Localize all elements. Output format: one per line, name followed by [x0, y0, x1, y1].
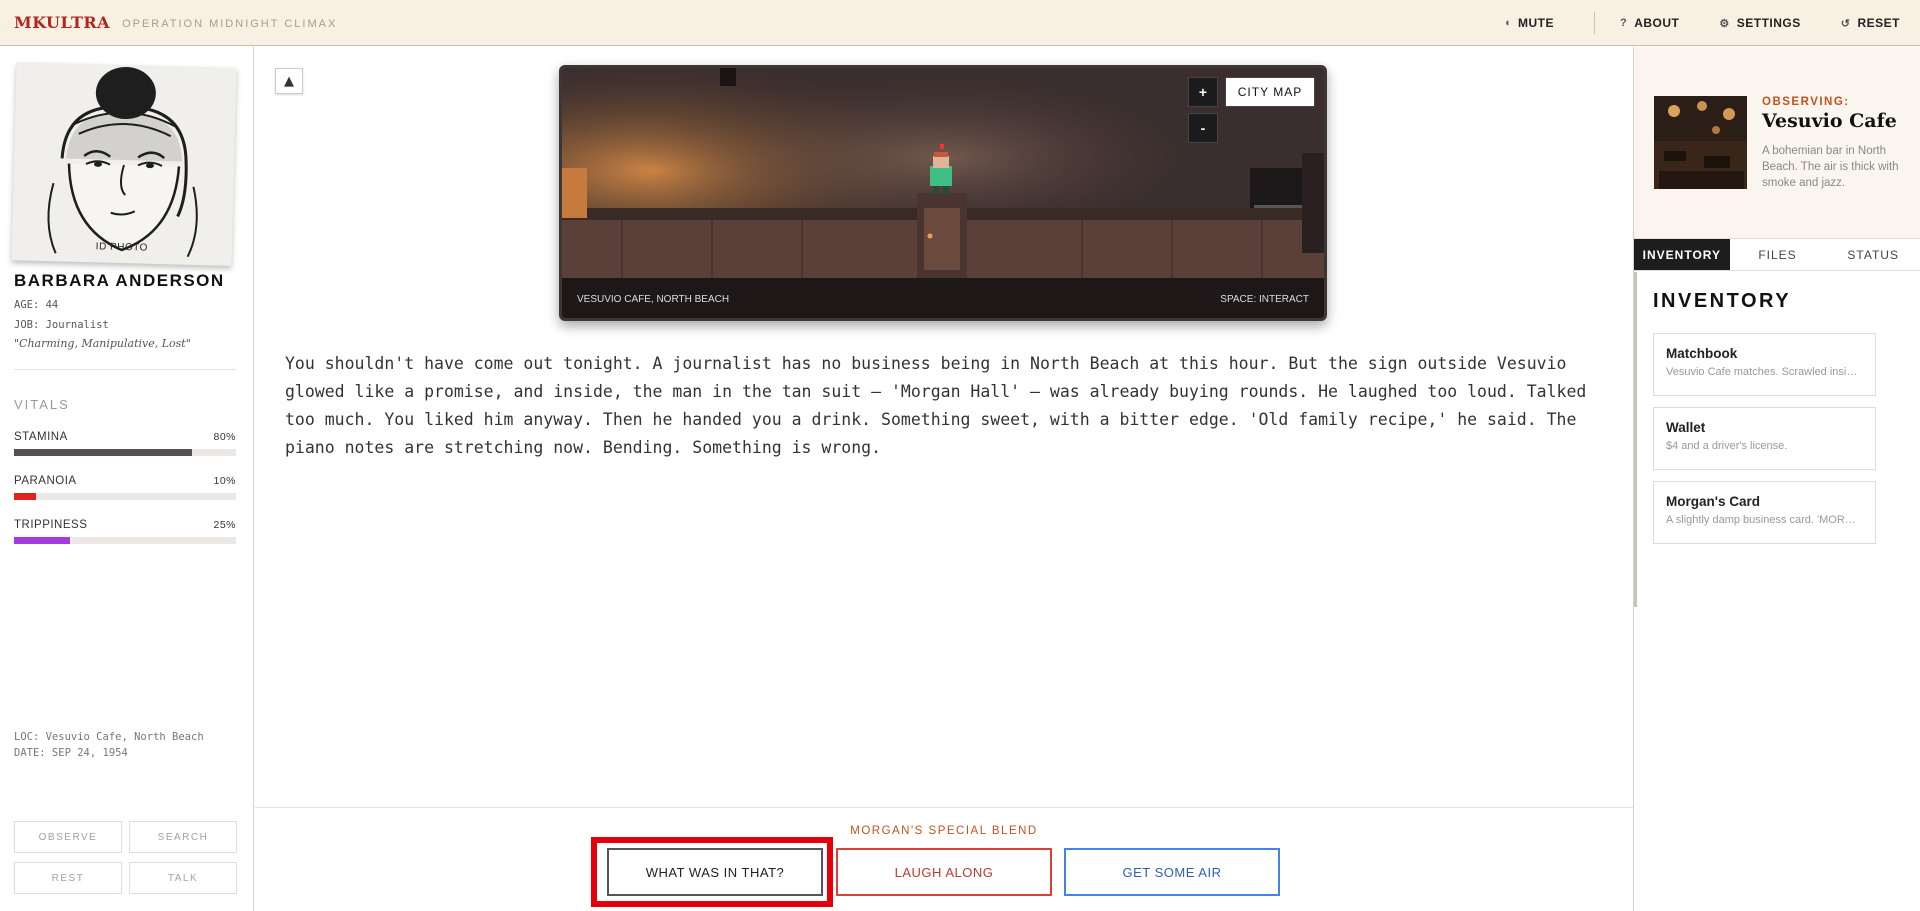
character-name: BARBARA ANDERSON: [14, 271, 225, 290]
speaker-icon: ◖: [1503, 17, 1511, 29]
mute-button[interactable]: ◖ MUTE: [1504, 16, 1554, 30]
vital-value: 25%: [213, 519, 236, 531]
vital-value: 80%: [213, 431, 236, 443]
narrative-text: You shouldn't have come out tonight. A j…: [285, 354, 1587, 457]
talk-button[interactable]: TALK: [129, 862, 237, 894]
about-button[interactable]: ? ABOUT: [1620, 16, 1679, 30]
item-name: Wallet: [1666, 420, 1706, 435]
header-actions: ◖ MUTE ? ABOUT ⚙ SETTINGS ↺ RESET: [1504, 0, 1900, 46]
choice-heading: MORGAN'S SPECIAL BLEND: [850, 825, 1038, 837]
choice-panel: MORGAN'S SPECIAL BLEND WHAT WAS IN THAT?…: [255, 807, 1633, 911]
item-name: Matchbook: [1666, 346, 1738, 361]
inventory-item-wallet[interactable]: Wallet $4 and a driver's license.: [1653, 407, 1876, 470]
trippiness-bar-fill: [14, 537, 70, 544]
reset-label: RESET: [1857, 16, 1900, 30]
zoom-out-button[interactable]: -: [1188, 113, 1218, 143]
scene-hint: SPACE: INTERACT: [1214, 291, 1315, 308]
vital-label: PARANOIA: [14, 475, 77, 487]
current-date: DATE: SEP 24, 1954: [14, 747, 128, 759]
cafe-image: [1654, 96, 1747, 189]
choice-laugh-along[interactable]: LAUGH ALONG: [836, 848, 1052, 896]
observing-description: A bohemian bar in North Beach. The air i…: [1762, 145, 1899, 189]
info-panel: OBSERVING: Vesuvio Cafe A bohemian bar i…: [1633, 47, 1920, 911]
vital-label: TRIPPINESS: [14, 519, 88, 531]
question-icon: ?: [1619, 17, 1628, 29]
item-description: Vesuvio Cafe matches. Scrawled inside th…: [1666, 366, 1863, 378]
app-subtitle: OPERATION MIDNIGHT CLIMAX: [122, 17, 338, 30]
settings-button[interactable]: ⚙ SETTINGS: [1719, 16, 1800, 30]
location-thumbnail: [1654, 96, 1747, 189]
choice-what-was-in-that[interactable]: WHAT WAS IN THAT?: [607, 848, 823, 896]
portrait-sketch: [11, 62, 237, 266]
settings-label: SETTINGS: [1736, 16, 1801, 30]
stamina-bar-fill: [14, 449, 192, 456]
zoom-in-button[interactable]: +: [1188, 77, 1218, 107]
gear-icon: ⚙: [1719, 17, 1730, 30]
tab-status[interactable]: STATUS: [1825, 239, 1920, 270]
paranoia-bar-fill: [14, 493, 37, 500]
scrollbar[interactable]: [1634, 272, 1637, 607]
vital-track: [14, 537, 236, 544]
search-button[interactable]: SEARCH: [129, 821, 237, 853]
vitals-heading: VITALS: [14, 397, 70, 412]
scene-viewport[interactable]: + - CITY MAP VESUVIO CAFE, NORTH BEACH S…: [559, 65, 1327, 321]
collapse-scene-button[interactable]: ▲: [275, 68, 303, 94]
tab-inventory[interactable]: INVENTORY: [1634, 239, 1730, 270]
vital-track: [14, 449, 236, 456]
panel-tabs: INVENTORY FILES STATUS: [1634, 239, 1920, 271]
vital-value: 10%: [213, 475, 236, 487]
observe-button[interactable]: OBSERVE: [14, 821, 122, 853]
id-photo: ID PHOTO: [11, 62, 237, 266]
item-name: Morgan's Card: [1666, 494, 1760, 509]
reset-button[interactable]: ↺ RESET: [1841, 16, 1900, 30]
top-bar: MKULTRA OPERATION MIDNIGHT CLIMAX ◖ MUTE…: [0, 0, 1920, 46]
inventory-item-matchbook[interactable]: Matchbook Vesuvio Cafe matches. Scrawled…: [1653, 333, 1876, 396]
main-panel: ▲ + - CITY MAP VESUVIO CAFE, NORTH BEACH…: [255, 47, 1633, 807]
choice-get-some-air[interactable]: GET SOME AIR: [1064, 848, 1280, 896]
vital-label: STAMINA: [14, 431, 68, 443]
vital-paranoia: PARANOIA 10%: [14, 475, 236, 500]
reset-icon: ↺: [1840, 17, 1851, 30]
observing-card: OBSERVING: Vesuvio Cafe A bohemian bar i…: [1634, 47, 1920, 239]
app-logo: MKULTRA: [14, 13, 111, 32]
inventory-heading: INVENTORY: [1653, 290, 1792, 312]
divider: [14, 369, 236, 370]
tab-files[interactable]: FILES: [1730, 239, 1826, 270]
about-label: ABOUT: [1634, 16, 1680, 30]
item-description: $4 and a driver's license.: [1666, 440, 1788, 452]
scene-location-label: VESUVIO CAFE, NORTH BEACH: [571, 291, 736, 308]
rest-button[interactable]: REST: [14, 862, 122, 894]
mute-label: MUTE: [1517, 16, 1554, 30]
observing-kicker: OBSERVING:: [1762, 96, 1850, 108]
observing-title: Vesuvio Cafe: [1762, 110, 1897, 132]
header-divider: [1593, 12, 1595, 34]
vital-trippiness: TRIPPINESS 25%: [14, 519, 236, 544]
vital-stamina: STAMINA 80%: [14, 431, 236, 456]
character-job: JOB: Journalist: [14, 319, 109, 331]
vital-track: [14, 493, 236, 500]
character-panel: ID PHOTO BARBARA ANDERSON AGE: 44 JOB: J…: [0, 47, 254, 911]
character-traits: "Charming, Manipulative, Lost": [14, 337, 191, 350]
current-location: LOC: Vesuvio Cafe, North Beach: [14, 731, 204, 743]
inventory-item-morgans-card[interactable]: Morgan's Card A slightly damp business c…: [1653, 481, 1876, 544]
city-map-button[interactable]: CITY MAP: [1225, 77, 1315, 107]
item-description: A slightly damp business card. 'MORGAN H…: [1666, 514, 1863, 526]
character-age: AGE: 44: [14, 299, 59, 311]
